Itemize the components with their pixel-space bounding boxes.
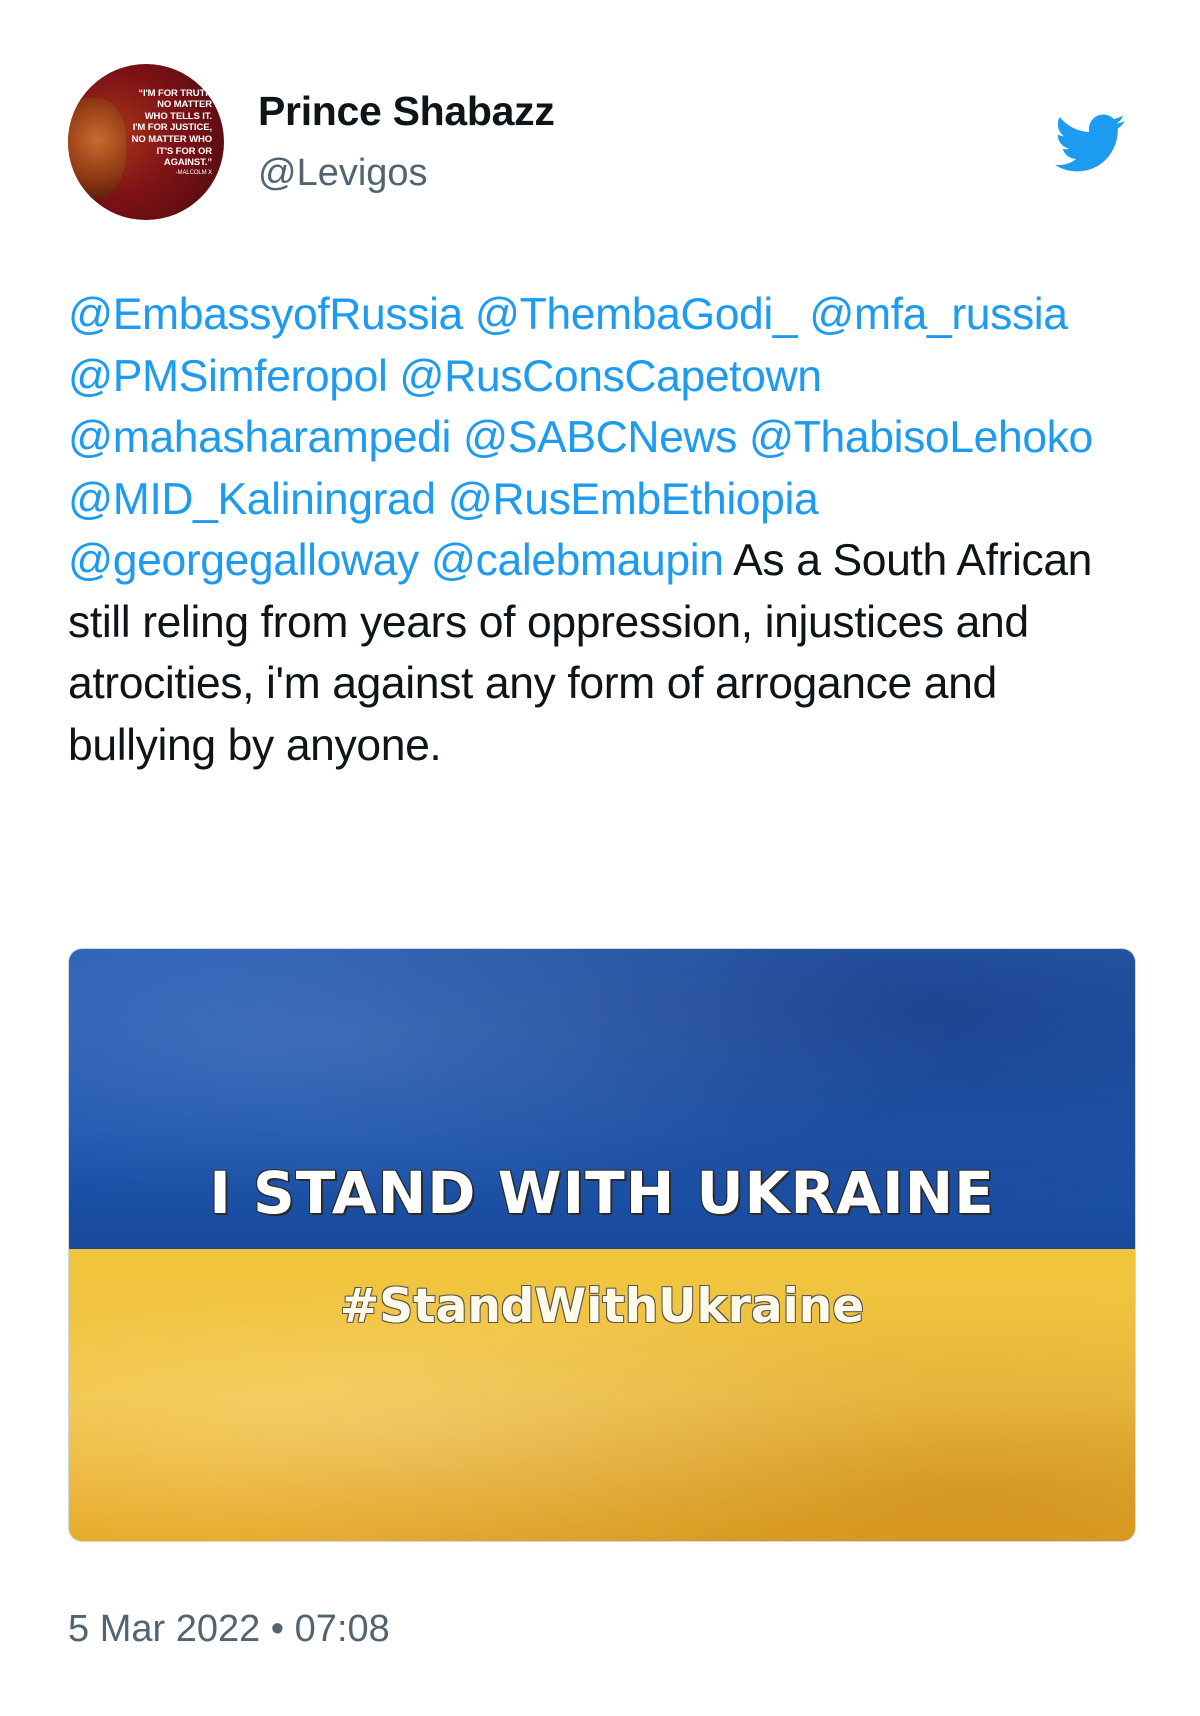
mention-link[interactable]: @mfa_russia bbox=[809, 290, 1068, 339]
tweet-image[interactable]: I STAND WITH UKRAINE #StandWithUkraine bbox=[68, 948, 1136, 1542]
mention-link[interactable]: @calebmaupin bbox=[431, 536, 724, 585]
author-handle[interactable]: @Levigos bbox=[258, 152, 428, 195]
timestamp-date: 5 Mar 2022 bbox=[68, 1608, 261, 1650]
author-name[interactable]: Prince Shabazz bbox=[258, 88, 555, 135]
timestamp-time: 07:08 bbox=[294, 1608, 390, 1650]
timestamp-separator: • bbox=[270, 1608, 285, 1650]
tweet-text: @EmbassyofRussia @ThembaGodi_ @mfa_russi… bbox=[68, 284, 1138, 776]
twitter-bird-icon[interactable] bbox=[1044, 106, 1134, 180]
mention-link[interactable]: @PMSimferopol bbox=[68, 352, 388, 401]
mention-link[interactable]: @RusConsCapetown bbox=[399, 352, 822, 401]
image-hashtag: #StandWithUkraine bbox=[339, 1279, 865, 1334]
mention-link[interactable]: @RusEmbEthiopia bbox=[448, 475, 819, 524]
tweet-header: “I'M FOR TRUTH NO MATTER WHO TELLS IT. I… bbox=[68, 64, 1134, 224]
mention-link[interactable]: @ThabisoLehoko bbox=[749, 413, 1093, 462]
avatar[interactable]: “I'M FOR TRUTH NO MATTER WHO TELLS IT. I… bbox=[68, 64, 224, 220]
mention-link[interactable]: @georgegalloway bbox=[68, 536, 419, 585]
tweet-timestamp[interactable]: 5 Mar 2022 • 07:08 bbox=[68, 1608, 390, 1651]
mention-link[interactable]: @SABCNews bbox=[463, 413, 737, 462]
mention-link[interactable]: @ThembaGodi_ bbox=[475, 290, 798, 339]
mention-link[interactable]: @MID_Kaliningrad bbox=[68, 475, 436, 524]
mention-link[interactable]: @EmbassyofRussia bbox=[68, 290, 463, 339]
image-title: I STAND WITH UKRAINE bbox=[209, 1159, 995, 1227]
avatar-quote: “I'M FOR TRUTH NO MATTER WHO TELLS IT. I… bbox=[131, 87, 212, 176]
mention-link[interactable]: @mahasharampedi bbox=[68, 413, 451, 462]
